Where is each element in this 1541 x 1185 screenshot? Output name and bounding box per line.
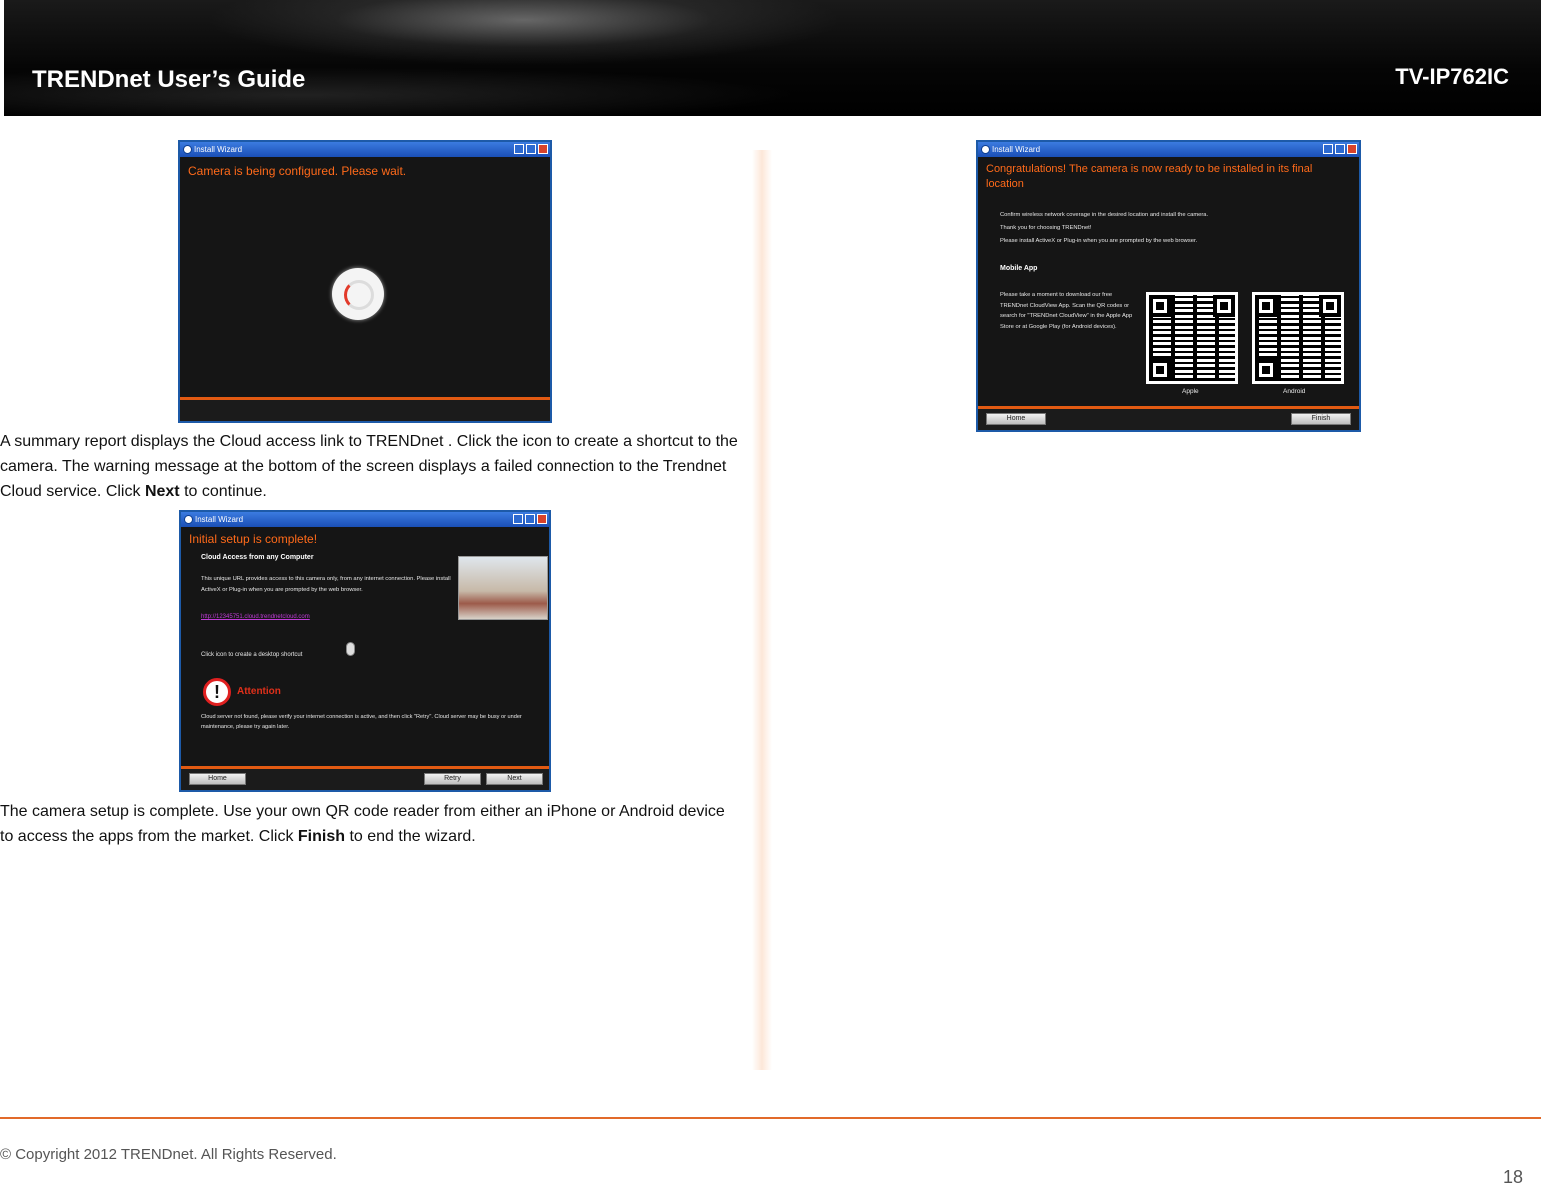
retry-button: Retry (424, 773, 481, 785)
qr-finder (1149, 359, 1171, 381)
wizard-screenshot-congratulations: Install Wizard Congratulations! The came… (976, 140, 1361, 432)
apple-qr-code (1146, 292, 1238, 384)
model-number: TV-IP762IC (1395, 64, 1509, 89)
mobile-app-description: Please take a moment to download our fre… (1000, 292, 1133, 330)
column-divider (752, 150, 772, 1070)
attention-icon: ! (203, 678, 231, 706)
page-header: TRENDnet User’s Guide TV-IP762IC (4, 0, 1541, 116)
finish-keyword: Finish (297, 828, 345, 845)
android-label: Android (1283, 388, 1306, 395)
finish-button: Finish (1291, 413, 1351, 425)
cloud-access-description: This unique URL provides access to this … (201, 576, 451, 593)
qr-finder (1213, 295, 1235, 317)
apple-label: Apple (1182, 388, 1199, 395)
maximize-icon (1335, 144, 1345, 154)
shortcut-instruction: Click icon to create a desktop shortcut (201, 652, 303, 658)
wizard-footer-bar: Home Retry Next (181, 766, 549, 790)
wizard-heading: Camera is being configured. Please wait. (188, 164, 407, 178)
attention-label: Attention (237, 686, 281, 697)
mobile-app-title: Mobile App (1000, 265, 1038, 272)
wizard-footer-bar: Home Finish (978, 406, 1359, 430)
window-titlebar: Install Wizard (978, 142, 1359, 157)
qr-pattern (1149, 295, 1235, 381)
next-button: Next (486, 773, 543, 785)
paragraph-text: A summary report displays the Cloud acce… (0, 433, 738, 500)
cloud-access-title: Cloud Access from any Computer (201, 554, 314, 561)
wizard-footer-bar (180, 397, 550, 421)
footer-rule (0, 1117, 1541, 1119)
next-keyword: Next (144, 483, 180, 500)
complete-paragraph: The camera setup is complete. Use your o… (0, 799, 740, 849)
guide-title: TRENDnet User’s Guide (32, 66, 306, 93)
camera-thumbnail (458, 556, 548, 620)
android-qr-code (1252, 292, 1344, 384)
paragraph-text-end: to end the wizard. (345, 828, 476, 845)
app-icon (183, 145, 192, 154)
shortcut-mouse-icon (346, 642, 355, 656)
wizard-heading: Congratulations! The camera is now ready… (986, 163, 1313, 190)
info-line-3: Please install ActiveX or Plug-in when y… (1000, 238, 1198, 244)
minimize-icon (513, 514, 523, 524)
minimize-icon (1323, 144, 1333, 154)
info-line-2: Thank you for choosing TRENDnet! (1000, 225, 1092, 231)
wizard-screenshot-configuring: Install Wizard Camera is being configure… (178, 140, 552, 423)
window-titlebar: Install Wizard (180, 142, 550, 157)
home-button: Home (986, 413, 1046, 425)
close-icon (537, 514, 547, 524)
qr-finder (1149, 295, 1171, 317)
maximize-icon (525, 514, 535, 524)
close-icon (538, 144, 548, 154)
qr-finder (1319, 295, 1341, 317)
attention-message: Cloud server not found, please verify yo… (201, 714, 522, 730)
page-number: 18 (1502, 1167, 1523, 1185)
qr-pattern (1255, 295, 1341, 381)
qr-finder (1255, 295, 1277, 317)
copyright-text: © Copyright 2012 TRENDnet. All Rights Re… (0, 1146, 337, 1163)
window-title: Install Wizard (194, 145, 243, 154)
maximize-icon (526, 144, 536, 154)
cloud-link: http://12345751.cloud.trendnetcloud.com (201, 614, 310, 620)
window-title: Install Wizard (992, 145, 1041, 154)
info-line-1: Confirm wireless network coverage in the… (1000, 212, 1209, 218)
wizard-screenshot-setup-complete: Install Wizard Initial setup is complete… (179, 510, 551, 792)
header-sheen (4, 0, 1541, 116)
wizard-heading: Initial setup is complete! (189, 532, 318, 546)
app-icon (184, 515, 193, 524)
close-icon (1347, 144, 1357, 154)
window-title: Install Wizard (195, 515, 244, 524)
summary-paragraph: A summary report displays the Cloud acce… (0, 429, 740, 504)
loading-spinner-icon (332, 268, 384, 320)
app-icon (981, 145, 990, 154)
home-button: Home (189, 773, 246, 785)
minimize-icon (514, 144, 524, 154)
qr-finder (1255, 359, 1277, 381)
window-titlebar: Install Wizard (181, 512, 549, 527)
paragraph-text-end: to continue. (179, 483, 267, 500)
